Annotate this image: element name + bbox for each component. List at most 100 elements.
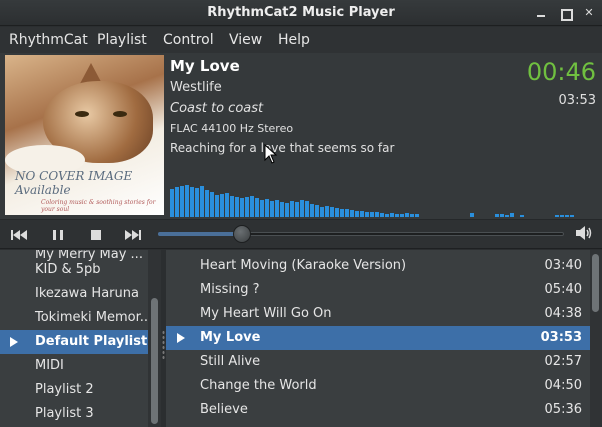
menu-view[interactable]: View — [229, 32, 262, 48]
spectrum-bar — [395, 214, 399, 217]
spectrum-bar — [295, 202, 299, 217]
window-title: RhythmCat2 Music Player — [207, 5, 395, 20]
menu-rhythmcat[interactable]: RhythmCat — [9, 32, 88, 48]
sidebar-item-playlist-2[interactable]: Playlist 2 — [0, 378, 148, 402]
spectrum-bar — [405, 213, 409, 217]
spectrum-bar — [290, 201, 294, 217]
spectrum-bar — [565, 215, 569, 217]
spectrum-bar — [305, 201, 309, 217]
play-indicator-icon — [10, 337, 18, 347]
spectrum-bar — [495, 214, 499, 217]
spectrum-bar — [200, 186, 204, 217]
maximize-button[interactable] — [556, 4, 574, 22]
table-row[interactable]: Missing ? 05:40 — [166, 278, 590, 302]
spectrum-bar — [400, 214, 404, 217]
seek-handle[interactable] — [233, 225, 251, 243]
spectrum-bar — [330, 207, 334, 217]
track-artist: Westlife — [170, 80, 222, 95]
sidebar-item-kid-5pb[interactable]: KID & 5pb — [0, 258, 148, 282]
spectrum-bar — [225, 193, 229, 217]
spectrum-bar — [190, 187, 194, 217]
menu-bar: RhythmCat Playlist Control View Help — [0, 27, 602, 53]
track-format: FLAC 44100 Hz Stereo — [170, 122, 294, 135]
tracklist-scroll-thumb[interactable] — [592, 254, 599, 312]
stop-icon[interactable] — [85, 226, 107, 244]
spectrum-bar — [385, 214, 389, 217]
next-icon[interactable] — [122, 226, 144, 244]
close-button[interactable] — [580, 4, 598, 22]
table-row[interactable]: Heart Moving (Karaoke Version) 03:40 — [166, 254, 590, 278]
table-row-playing[interactable]: My Love 03:53 — [166, 326, 590, 350]
no-cover-text: NO COVER IMAGE Available — [15, 169, 133, 197]
table-row[interactable]: Believe 05:36 — [166, 398, 590, 422]
lyric-line: Reaching for a love that seems so far — [170, 141, 395, 155]
spectrum-bar — [195, 188, 199, 217]
table-row[interactable]: Still Alive 02:57 — [166, 350, 590, 374]
spectrum-bar — [370, 212, 374, 217]
spectrum-bar — [555, 215, 559, 217]
spectrum-bar — [360, 211, 364, 217]
table-row[interactable]: Change the World 04:50 — [166, 374, 590, 398]
pause-icon[interactable] — [47, 226, 69, 244]
spectrum-bar — [390, 213, 394, 217]
spectrum-bar — [345, 209, 349, 217]
sidebar-item-tokimeki-memorial[interactable]: Tokimeki Memor... — [0, 306, 148, 330]
spectrum-bar — [500, 214, 504, 217]
album-cover: NO COVER IMAGE Available Coloring music … — [5, 55, 164, 215]
sidebar-item-playlist-3[interactable]: Playlist 3 — [0, 402, 148, 426]
menu-playlist[interactable]: Playlist — [97, 32, 147, 48]
spectrum-bar — [240, 198, 244, 217]
spectrum-bar — [270, 201, 274, 217]
spectrum-bar — [365, 212, 369, 217]
splitter-grip[interactable] — [162, 330, 165, 360]
spectrum-bar — [470, 213, 474, 217]
spectrum-bar — [355, 211, 359, 217]
spectrum-bar — [185, 185, 189, 217]
spectrum-bar — [510, 213, 514, 217]
spectrum-bar — [340, 209, 344, 217]
sidebar-item-ikezawa-haruna[interactable]: Ikezawa Haruna — [0, 282, 148, 306]
spectrum-bar — [230, 196, 234, 217]
sidebar-item-default-playlist[interactable]: Default Playlist — [0, 330, 148, 354]
spectrum-bar — [320, 207, 324, 217]
playlist-sidebar: My Merry May ... KID & 5pb Ikezawa Harun… — [0, 250, 161, 427]
mouse-cursor-icon — [264, 144, 278, 164]
now-playing-icon — [177, 333, 185, 343]
spectrum-bar — [280, 202, 284, 217]
sidebar-scroll-thumb[interactable] — [151, 298, 158, 424]
spectrum-bar — [285, 203, 289, 217]
spectrum-bar — [220, 194, 224, 217]
total-time: 03:53 — [558, 93, 596, 108]
menu-help[interactable]: Help — [278, 32, 310, 48]
title-bar: RhythmCat2 Music Player — [0, 0, 602, 26]
spectrum-bar — [275, 200, 279, 217]
spectrum-bar — [310, 204, 314, 217]
previous-icon[interactable] — [8, 226, 30, 244]
seek-progress — [158, 232, 242, 236]
spectrum-bar — [215, 195, 219, 217]
spectrum-bar — [375, 212, 379, 217]
spectrum-bar — [180, 186, 184, 217]
sidebar-item-midi[interactable]: MIDI — [0, 354, 148, 378]
spectrum-bar — [175, 187, 179, 217]
spectrum-bar — [325, 206, 329, 217]
spectrum-bar — [255, 198, 259, 217]
track-list: Heart Moving (Karaoke Version) 03:40 Mis… — [166, 250, 590, 427]
spectrum-bar — [315, 205, 319, 217]
menu-control[interactable]: Control — [163, 32, 214, 48]
volume-icon[interactable] — [574, 224, 594, 242]
spectrum-bar — [245, 197, 249, 217]
spectrum-bar — [205, 190, 209, 217]
elapsed-time: 00:46 — [526, 58, 596, 86]
spectrum-bar — [380, 213, 384, 217]
spectrum-bar — [560, 215, 564, 217]
spectrum-bar — [210, 192, 214, 217]
spectrum-bar — [570, 215, 574, 217]
spectrum-bar — [260, 200, 264, 217]
spectrum-bar — [335, 208, 339, 217]
minimize-button[interactable] — [532, 4, 550, 22]
spectrum-bar — [235, 197, 239, 217]
table-row[interactable]: My Heart Will Go On 04:38 — [166, 302, 590, 326]
cover-tagline: Coloring music & soothing stories for yo… — [41, 199, 156, 213]
spectrum-bar — [170, 189, 174, 217]
